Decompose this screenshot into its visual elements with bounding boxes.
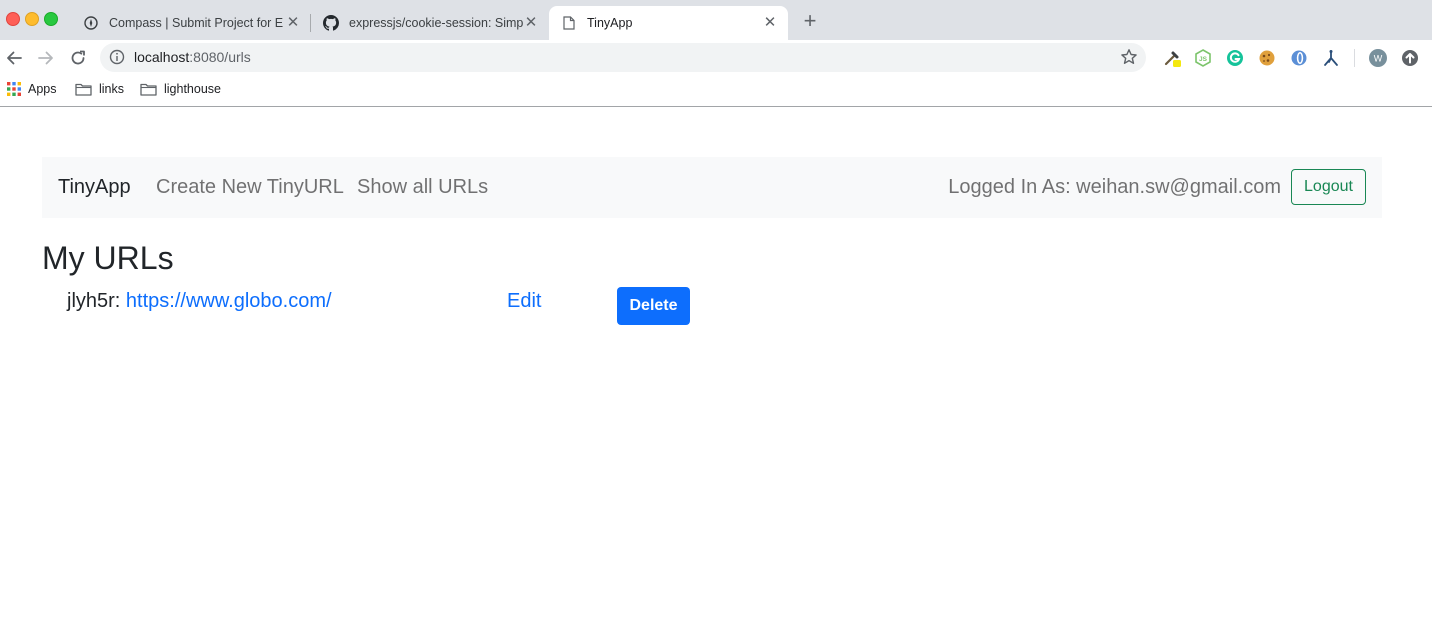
site-navbar: TinyApp Create New TinyURL Show all URLs… [42, 157, 1382, 218]
nodejs-extension-icon[interactable]: JS [1194, 49, 1212, 67]
eyedropper-extension-icon[interactable] [1163, 49, 1181, 67]
forward-arrow-icon[interactable] [34, 46, 58, 70]
bookmark-apps[interactable]: Apps [7, 82, 57, 96]
apps-grid-icon [7, 82, 21, 96]
delete-url-button[interactable]: Delete [617, 287, 690, 325]
page-title: My URLs [42, 240, 174, 276]
url-list-item: jlyh5r: https://www.globo.com/ [67, 290, 332, 313]
bookmark-folder-links[interactable]: links [75, 82, 124, 96]
tab-title: TinyApp [587, 16, 633, 30]
address-bar[interactable]: localhost:8080/urls [100, 43, 1146, 72]
url-host: localhost [134, 49, 190, 65]
toolbar-divider [1354, 49, 1355, 67]
browser-tab-github[interactable]: expressjs/cookie-session: Simp ✕ [311, 6, 549, 40]
browser-tab-bar: Compass | Submit Project for E ✕ express… [0, 0, 1432, 40]
window-minimize-button[interactable] [25, 12, 39, 26]
bookmark-label: links [99, 82, 125, 96]
long-url-link[interactable]: https://www.globo.com/ [126, 290, 332, 312]
profile-avatar-icon[interactable]: W [1369, 49, 1387, 67]
compass-icon [83, 15, 99, 31]
new-tab-plus-icon[interactable]: + [800, 10, 820, 32]
short-url-id: jlyh5r: [67, 290, 121, 312]
tab-close-icon[interactable]: ✕ [762, 15, 778, 31]
bookmark-label: Apps [28, 82, 57, 96]
bookmarks-bar: Apps links lighthouse [0, 76, 1432, 107]
tab-title: expressjs/cookie-session: Simp [349, 16, 523, 30]
tab-close-icon[interactable]: ✕ [523, 15, 539, 31]
update-arrow-icon[interactable] [1401, 49, 1419, 67]
edit-url-link[interactable]: Edit [507, 290, 541, 313]
logged-in-status: Logged In As: weihan.sw@gmail.com [948, 176, 1281, 198]
window-zoom-button[interactable] [44, 12, 58, 26]
browser-extension-icon[interactable] [1290, 49, 1308, 67]
cookie-extension-icon[interactable] [1258, 49, 1276, 67]
reload-icon[interactable] [66, 46, 90, 70]
url-path: :8080/urls [189, 49, 251, 65]
browser-toolbar: localhost:8080/urls JS W [0, 40, 1432, 76]
tab-title: Compass | Submit Project for E [109, 16, 284, 30]
nav-link-create-tinyurl[interactable]: Create New TinyURL [156, 176, 344, 199]
bookmark-folder-lighthouse[interactable]: lighthouse [140, 82, 221, 96]
bookmark-star-icon[interactable] [1120, 48, 1138, 71]
navbar-brand[interactable]: TinyApp [58, 176, 131, 199]
window-close-button[interactable] [6, 12, 20, 26]
profile-initial: W [1374, 54, 1383, 64]
info-icon[interactable] [109, 49, 125, 70]
page-icon [561, 15, 577, 31]
bookmark-label: lighthouse [164, 82, 221, 96]
grammarly-extension-icon[interactable] [1226, 49, 1244, 67]
nav-link-show-all-urls[interactable]: Show all URLs [357, 176, 488, 199]
browser-tab-tinyapp[interactable]: TinyApp ✕ [549, 6, 788, 40]
folder-icon [75, 83, 92, 96]
logout-button[interactable]: Logout [1291, 169, 1366, 205]
folder-icon [140, 83, 157, 96]
back-arrow-icon[interactable] [2, 46, 26, 70]
browser-tab-compass[interactable]: Compass | Submit Project for E ✕ [71, 6, 311, 40]
github-icon [323, 15, 339, 31]
tab-close-icon[interactable]: ✕ [285, 15, 301, 31]
fork-extension-icon[interactable] [1322, 49, 1340, 67]
svg-text:JS: JS [1199, 56, 1208, 63]
address-url[interactable]: localhost:8080/urls [134, 49, 251, 65]
